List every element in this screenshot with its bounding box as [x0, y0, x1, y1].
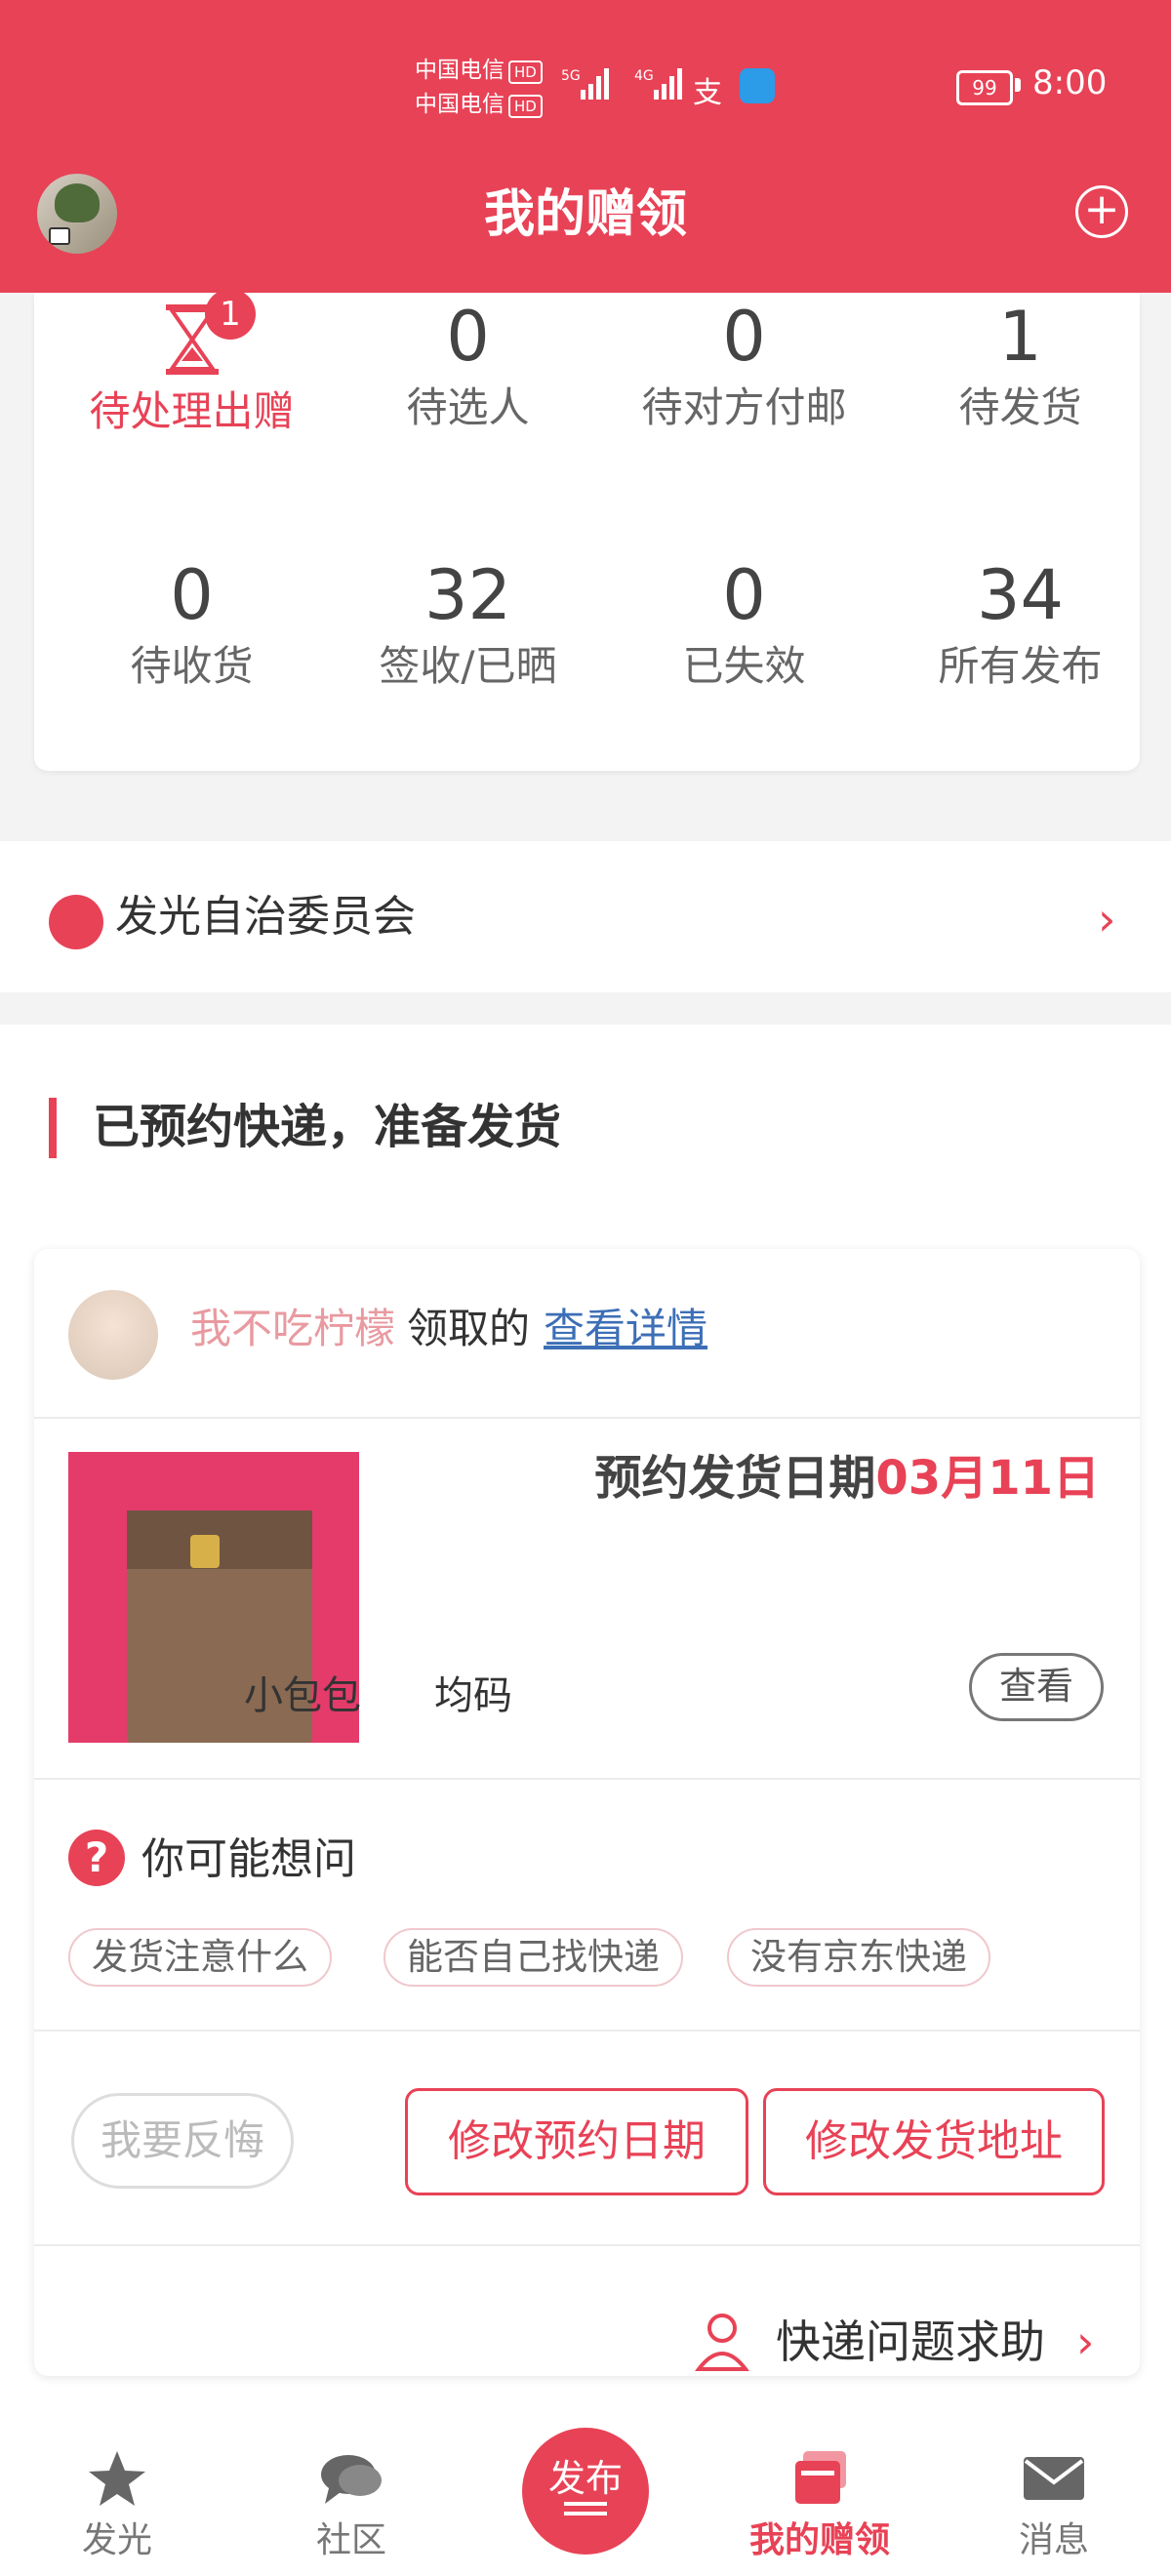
mail-icon: [1024, 2457, 1084, 2500]
ship-date-label: 预约发货日期: [594, 1451, 876, 1506]
bag-flap: [127, 1510, 312, 1569]
nav-label: 消息: [1018, 2520, 1089, 2560]
regret-button[interactable]: 我要反悔: [71, 2093, 294, 2189]
order-card: 我不吃柠檬 领取的 查看详情 预约发货日期03月11日 小包包 均码 查看 ? 你可…: [34, 1249, 1140, 2376]
bag-clasp: [190, 1535, 220, 1568]
gift-cards-icon: [795, 2451, 846, 2504]
stat-label: 已失效: [682, 642, 806, 690]
nav-item-glow[interactable]: 发光: [0, 2408, 234, 2576]
stat-label: 待发货: [958, 383, 1082, 431]
stat-label: 签收/已晒: [379, 642, 557, 690]
question-icon: ?: [68, 1830, 125, 1886]
hd-badge-1: HD: [508, 60, 543, 84]
stat-number: 0: [722, 297, 766, 377]
stat-label: 待收货: [130, 642, 254, 690]
stat-wait-select[interactable]: 0 待选人: [330, 293, 606, 435]
chat-icon: [321, 2455, 382, 2504]
product-size: 均码: [434, 1673, 512, 1718]
nav-label: 发光: [81, 2520, 152, 2560]
stat-label: 待对方付邮: [641, 383, 847, 431]
faq-chip[interactable]: 能否自己找快递: [384, 1928, 683, 1987]
carrier-1: 中国电信: [415, 58, 505, 83]
view-button[interactable]: 查看: [969, 1653, 1104, 1721]
divider: [34, 1417, 1140, 1419]
courier-help-link[interactable]: 快递问题求助: [776, 2311, 1045, 2373]
committee-icon: [49, 895, 103, 949]
page-title: 我的赠领: [483, 185, 687, 244]
stat-label: 待选人: [406, 383, 530, 431]
faq-chip[interactable]: 发货注意什么: [68, 1928, 332, 1987]
stat-label: 待处理出赠: [89, 387, 295, 435]
carrier-info: 中国电信 HD 中国电信 HD: [415, 54, 543, 122]
alipay-icon: 支: [693, 76, 722, 110]
faq-chip[interactable]: 没有京东快递: [727, 1928, 990, 1987]
notification-badge: 1: [205, 289, 256, 340]
bottom-nav: 发光 社区 发布 我的赠领 消息: [0, 2408, 1171, 2576]
svg-text:4G: 4G: [634, 68, 654, 84]
clock: 8:00: [1032, 63, 1108, 102]
publish-icon: [564, 2502, 607, 2516]
section-accent-bar: [49, 1098, 57, 1158]
product-name: 小包包: [244, 1673, 361, 1718]
publish-button[interactable]: 发布: [522, 2428, 649, 2555]
stat-all-posts[interactable]: 34 所有发布: [882, 551, 1158, 694]
faq-title: 你可能想问: [141, 1834, 356, 1884]
plus-circle-icon[interactable]: +: [1075, 185, 1128, 238]
stat-wait-postage[interactable]: 0 待对方付邮: [606, 293, 882, 435]
hd-badge-2: HD: [508, 95, 543, 118]
change-address-button[interactable]: 修改发货地址: [763, 2088, 1105, 2195]
battery-icon: 99: [956, 70, 1013, 105]
star-icon: [89, 2451, 145, 2506]
ship-date-value: 03月11日: [875, 1451, 1100, 1506]
stat-pending-gift[interactable]: 1 待处理出赠: [54, 289, 330, 439]
nav-label: 我的赠领: [748, 2520, 890, 2560]
nav-item-my-gifts[interactable]: 我的赠领: [703, 2408, 937, 2576]
stats-card: 1 待处理出赠 0 待选人 0 待对方付邮 1 待发货 0 待收货 32 签收/…: [34, 289, 1140, 771]
stat-wait-receive[interactable]: 0 待收货: [54, 551, 330, 694]
stat-number: 34: [976, 555, 1065, 635]
divider: [34, 2244, 1140, 2246]
committee-label: 发光自治委员会: [115, 892, 416, 942]
battery-tip: [1015, 78, 1021, 92]
committee-row[interactable]: 发光自治委员会 ›: [0, 841, 1171, 992]
stat-wait-ship[interactable]: 1 待发货: [882, 293, 1158, 435]
divider: [34, 1778, 1140, 1780]
stat-number: 0: [170, 555, 214, 635]
chevron-right-icon: ›: [1098, 893, 1116, 946]
publish-label: 发布: [547, 2457, 623, 2500]
view-details-link[interactable]: 查看详情: [544, 1305, 707, 1352]
stat-number: 0: [722, 555, 766, 635]
change-date-button[interactable]: 修改预约日期: [405, 2088, 748, 2195]
weather-icon: [740, 68, 775, 103]
stat-label: 所有发布: [938, 642, 1103, 690]
recipient-name[interactable]: 我不吃柠檬: [190, 1305, 395, 1352]
divider: [34, 2030, 1140, 2032]
stat-received[interactable]: 32 签收/已晒: [330, 551, 606, 694]
nav-item-messages[interactable]: 消息: [937, 2408, 1171, 2576]
carrier-2: 中国电信: [415, 92, 505, 117]
nav-label: 社区: [315, 2520, 386, 2560]
chevron-right-icon: ›: [1076, 2315, 1095, 2368]
nav-item-community[interactable]: 社区: [234, 2408, 468, 2576]
recipient-line: 我不吃柠檬 领取的 查看详情: [190, 1300, 707, 1358]
stat-number: 1: [998, 297, 1042, 377]
stat-number: 0: [446, 297, 490, 377]
recipient-avatar[interactable]: [68, 1290, 158, 1380]
status-bar: 中国电信 HD 中国电信 HD 5G 4G 支 99 8:00: [0, 0, 1171, 156]
section-title: 已预约快递，准备发货: [93, 1100, 562, 1154]
shipping-section: 已预约快递，准备发货 我不吃柠檬 领取的 查看详情 预约发货日期03月11日 小包包…: [0, 1025, 1171, 2410]
person-icon: [694, 2314, 750, 2371]
stat-number: 32: [424, 555, 512, 635]
stat-expired[interactable]: 0 已失效: [606, 551, 882, 694]
claimed-text: 领取的: [407, 1305, 531, 1352]
ship-date: 预约发货日期03月11日: [34, 1444, 1100, 1512]
svg-text:5G: 5G: [561, 68, 581, 84]
